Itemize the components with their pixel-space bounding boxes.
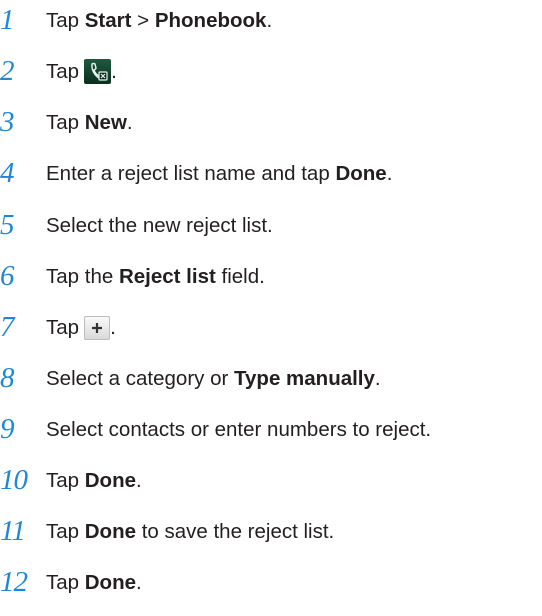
- step-text: Tap.: [46, 313, 116, 343]
- step-number: 8: [0, 362, 15, 394]
- step-8: 8 Select a category or Type manually.: [0, 358, 542, 402]
- step-text-fragment: .: [136, 571, 142, 594]
- step-text-fragment: to save the reject list.: [136, 520, 335, 543]
- step-text-fragment: Select a category or: [46, 367, 235, 390]
- step-text-fragment: Enter a reject list name and tap: [46, 162, 336, 185]
- step-text: Tap Start > Phonebook.: [46, 6, 272, 36]
- ui-term: Type manually: [234, 367, 375, 390]
- step-text: Tap.: [46, 57, 117, 87]
- ui-term: Phonebook: [154, 9, 267, 32]
- ui-term: Done: [84, 469, 136, 492]
- step-text-fragment: Tap: [46, 520, 85, 543]
- step-text-fragment: Tap the: [46, 265, 119, 288]
- step-number: 10: [0, 464, 28, 496]
- step-text-fragment: .: [136, 469, 142, 492]
- step-text: Select a category or Type manually.: [46, 364, 381, 394]
- step-text: Tap the Reject list field.: [46, 262, 265, 292]
- step-text-fragment: Tap: [46, 111, 85, 134]
- reject-list-icon: [84, 59, 112, 84]
- step-3: 3 Tap New.: [0, 102, 542, 146]
- step-text: Select contacts or enter numbers to reje…: [46, 415, 431, 445]
- step-9: 9 Select contacts or enter numbers to rej…: [0, 409, 542, 453]
- step-number: 7: [0, 311, 15, 343]
- step-number: 11: [0, 515, 26, 547]
- ui-term: Done: [84, 571, 136, 594]
- step-number: 1: [0, 4, 15, 36]
- step-text-fragment: .: [110, 316, 116, 339]
- step-text-fragment: Select the new reject list.: [46, 214, 273, 237]
- step-text-fragment: field.: [215, 265, 265, 288]
- ui-term: Done: [335, 162, 387, 185]
- step-text: Select the new reject list.: [46, 211, 273, 241]
- step-5: 5 Select the new reject list.: [0, 205, 542, 249]
- step-text-fragment: Tap: [46, 60, 80, 83]
- step-number: 3: [0, 106, 15, 138]
- step-text-fragment: Tap: [46, 571, 85, 594]
- step-number: 6: [0, 260, 15, 292]
- step-text-fragment: Tap: [46, 469, 85, 492]
- step-text: Tap Done.: [46, 466, 142, 496]
- step-text-fragment: .: [266, 9, 273, 32]
- plus-icon: [84, 316, 111, 340]
- step-12: 12 Tap Done.: [0, 562, 542, 606]
- step-text: Tap Done.: [46, 568, 142, 598]
- step-text-fragment: Select contacts or enter numbers to reje…: [46, 418, 432, 441]
- step-number: 12: [0, 566, 28, 598]
- step-number: 5: [0, 209, 15, 241]
- step-text-fragment: .: [111, 60, 117, 83]
- ui-term: Done: [84, 520, 136, 543]
- step-10: 10 Tap Done.: [0, 460, 542, 504]
- ui-term: Start: [84, 9, 132, 32]
- step-6: 6 Tap the Reject list field.: [0, 256, 542, 300]
- step-text: Enter a reject list name and tap Done.: [46, 159, 392, 189]
- step-text-fragment: Tap: [46, 9, 85, 32]
- step-1: 1 Tap Start > Phonebook.: [0, 0, 542, 44]
- step-2: 2 Tap.: [0, 51, 542, 95]
- step-4: 4 Enter a reject list name and tap Done.: [0, 153, 542, 197]
- step-11: 11 Tap Done to save the reject list.: [0, 511, 542, 555]
- step-7: 7 Tap.: [0, 307, 542, 351]
- step-number: 4: [0, 157, 15, 189]
- step-text: Tap New.: [46, 108, 133, 138]
- step-text: Tap Done to save the reject list.: [46, 517, 334, 547]
- step-number: 2: [0, 55, 15, 87]
- step-text-fragment: Tap: [46, 316, 80, 339]
- ui-term: Reject list: [118, 265, 216, 288]
- step-text-fragment: .: [126, 111, 133, 134]
- step-text-fragment: .: [374, 367, 381, 390]
- step-number: 9: [0, 413, 15, 445]
- ui-term: New: [84, 111, 127, 134]
- step-text-fragment: .: [386, 162, 393, 185]
- step-text-fragment: >: [131, 9, 155, 32]
